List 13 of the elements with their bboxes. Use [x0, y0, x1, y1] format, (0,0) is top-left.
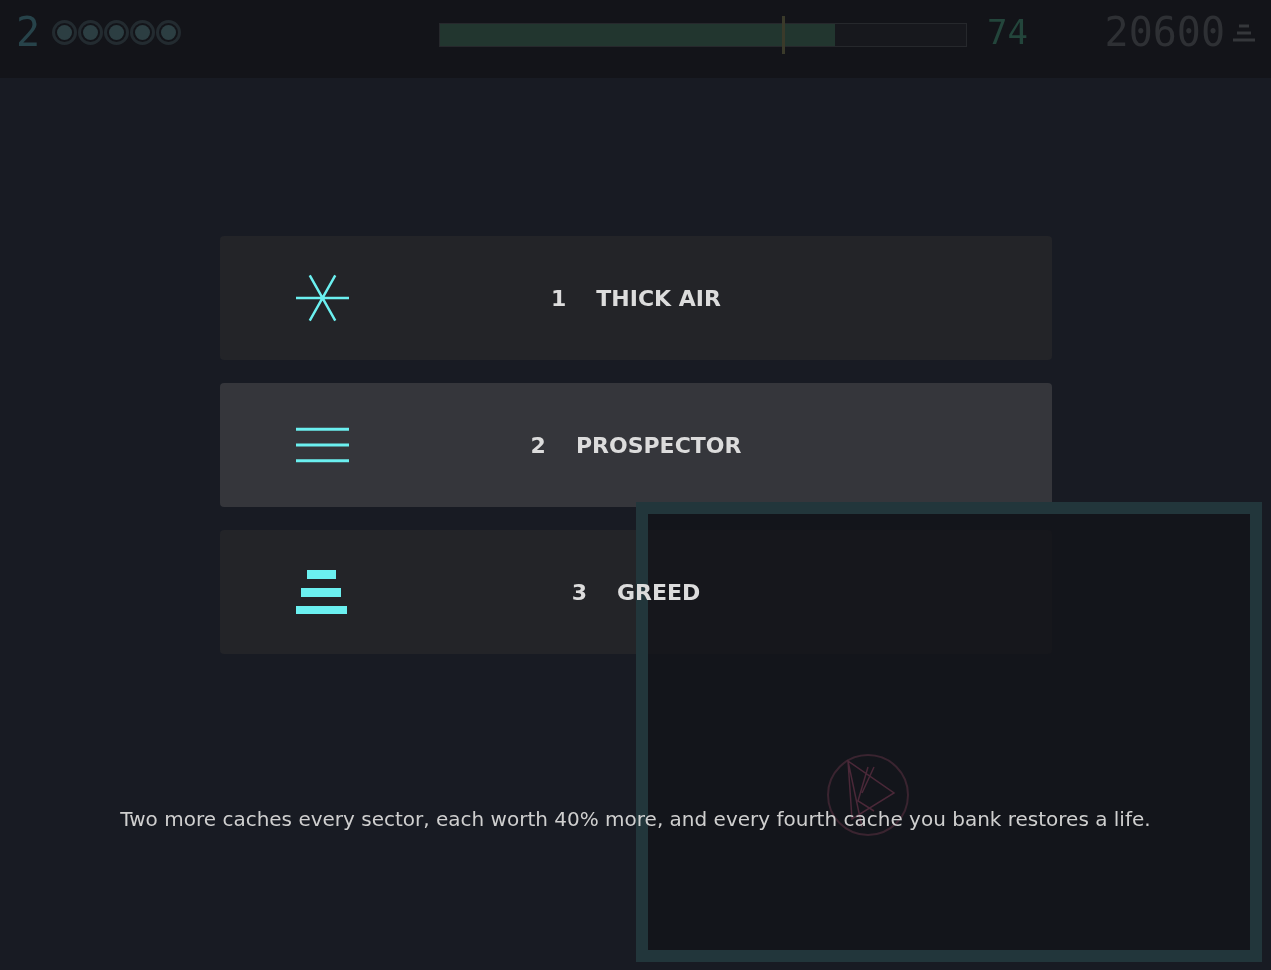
- option-title: PROSPECTOR: [575, 431, 742, 460]
- menu-icon[interactable]: [1233, 24, 1255, 42]
- upgrade-option[interactable]: 1 THICK AIR: [220, 236, 1052, 360]
- option-number: 1: [551, 284, 567, 313]
- option-description: Two more caches every sector, each worth 40% more, and every fourth cache you bank restores a life.: [119, 806, 1152, 833]
- option-number: 2: [530, 431, 546, 460]
- stacked-bars-icon: [296, 570, 348, 614]
- asterisk-icon: [296, 274, 349, 322]
- three-lines-icon: [296, 427, 349, 463]
- option-number: 3: [571, 578, 587, 607]
- upgrade-option[interactable]: 2 PROSPECTOR: [220, 383, 1052, 507]
- option-title: GREED: [617, 578, 701, 607]
- option-title: THICK AIR: [596, 284, 721, 313]
